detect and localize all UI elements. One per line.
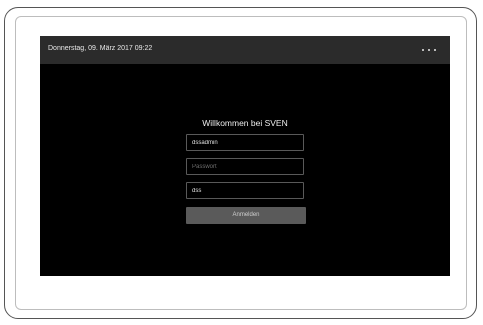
password-field[interactable] bbox=[186, 158, 304, 175]
domain-field[interactable] bbox=[186, 182, 304, 199]
status-bar: Donnerstag, 09. März 2017 09:22 bbox=[40, 36, 450, 64]
dot bbox=[434, 49, 436, 51]
device-screen: Donnerstag, 09. März 2017 09:22 Willkomm… bbox=[40, 36, 450, 276]
login-button[interactable]: Anmelden bbox=[186, 207, 306, 224]
date-time-label: Donnerstag, 09. März 2017 09:22 bbox=[48, 45, 153, 52]
username-field[interactable] bbox=[186, 134, 304, 151]
welcome-title: Willkommen bei SVEN bbox=[202, 118, 288, 128]
dot bbox=[422, 49, 424, 51]
dot bbox=[428, 49, 430, 51]
more-dots-icon[interactable] bbox=[420, 45, 438, 55]
